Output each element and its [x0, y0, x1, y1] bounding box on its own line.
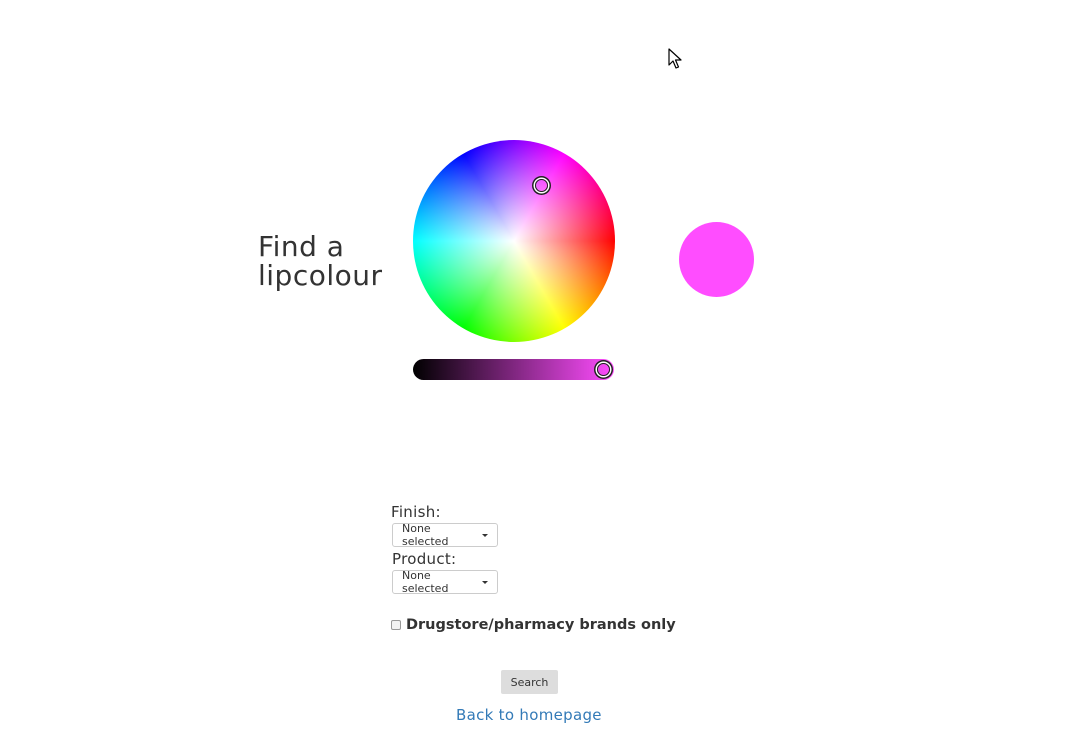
page-title-line-1: Find a — [258, 230, 345, 263]
drugstore-only-option[interactable]: Drugstore/pharmacy brands only — [391, 617, 676, 633]
brightness-slider[interactable] — [413, 359, 614, 380]
caret-down-icon — [482, 580, 488, 584]
mouse-pointer-icon — [668, 48, 682, 69]
search-button[interactable]: Search — [501, 670, 558, 694]
back-to-homepage-link[interactable]: Back to homepage — [456, 706, 602, 724]
brightness-slider-handle[interactable] — [597, 363, 610, 376]
page: Find a lipcolour Finish: None selected P… — [0, 0, 1068, 729]
drugstore-only-checkbox[interactable] — [391, 620, 401, 630]
product-label: Product: — [392, 550, 457, 568]
color-wheel-saturation-overlay — [413, 140, 615, 342]
page-title: Find a lipcolour — [258, 232, 383, 290]
selected-color-swatch — [679, 222, 754, 297]
product-dropdown[interactable]: None selected — [392, 569, 498, 595]
color-wheel-handle[interactable] — [535, 179, 548, 192]
drugstore-only-label: Drugstore/pharmacy brands only — [406, 617, 676, 633]
finish-dropdown-value: None selected — [402, 522, 449, 548]
finish-label: Finish: — [391, 503, 441, 521]
product-dropdown-value: None selected — [402, 569, 449, 595]
color-wheel[interactable] — [413, 140, 615, 342]
caret-down-icon — [482, 533, 488, 537]
page-title-line-2: lipcolour — [258, 259, 383, 292]
finish-dropdown[interactable]: None selected — [392, 522, 498, 548]
